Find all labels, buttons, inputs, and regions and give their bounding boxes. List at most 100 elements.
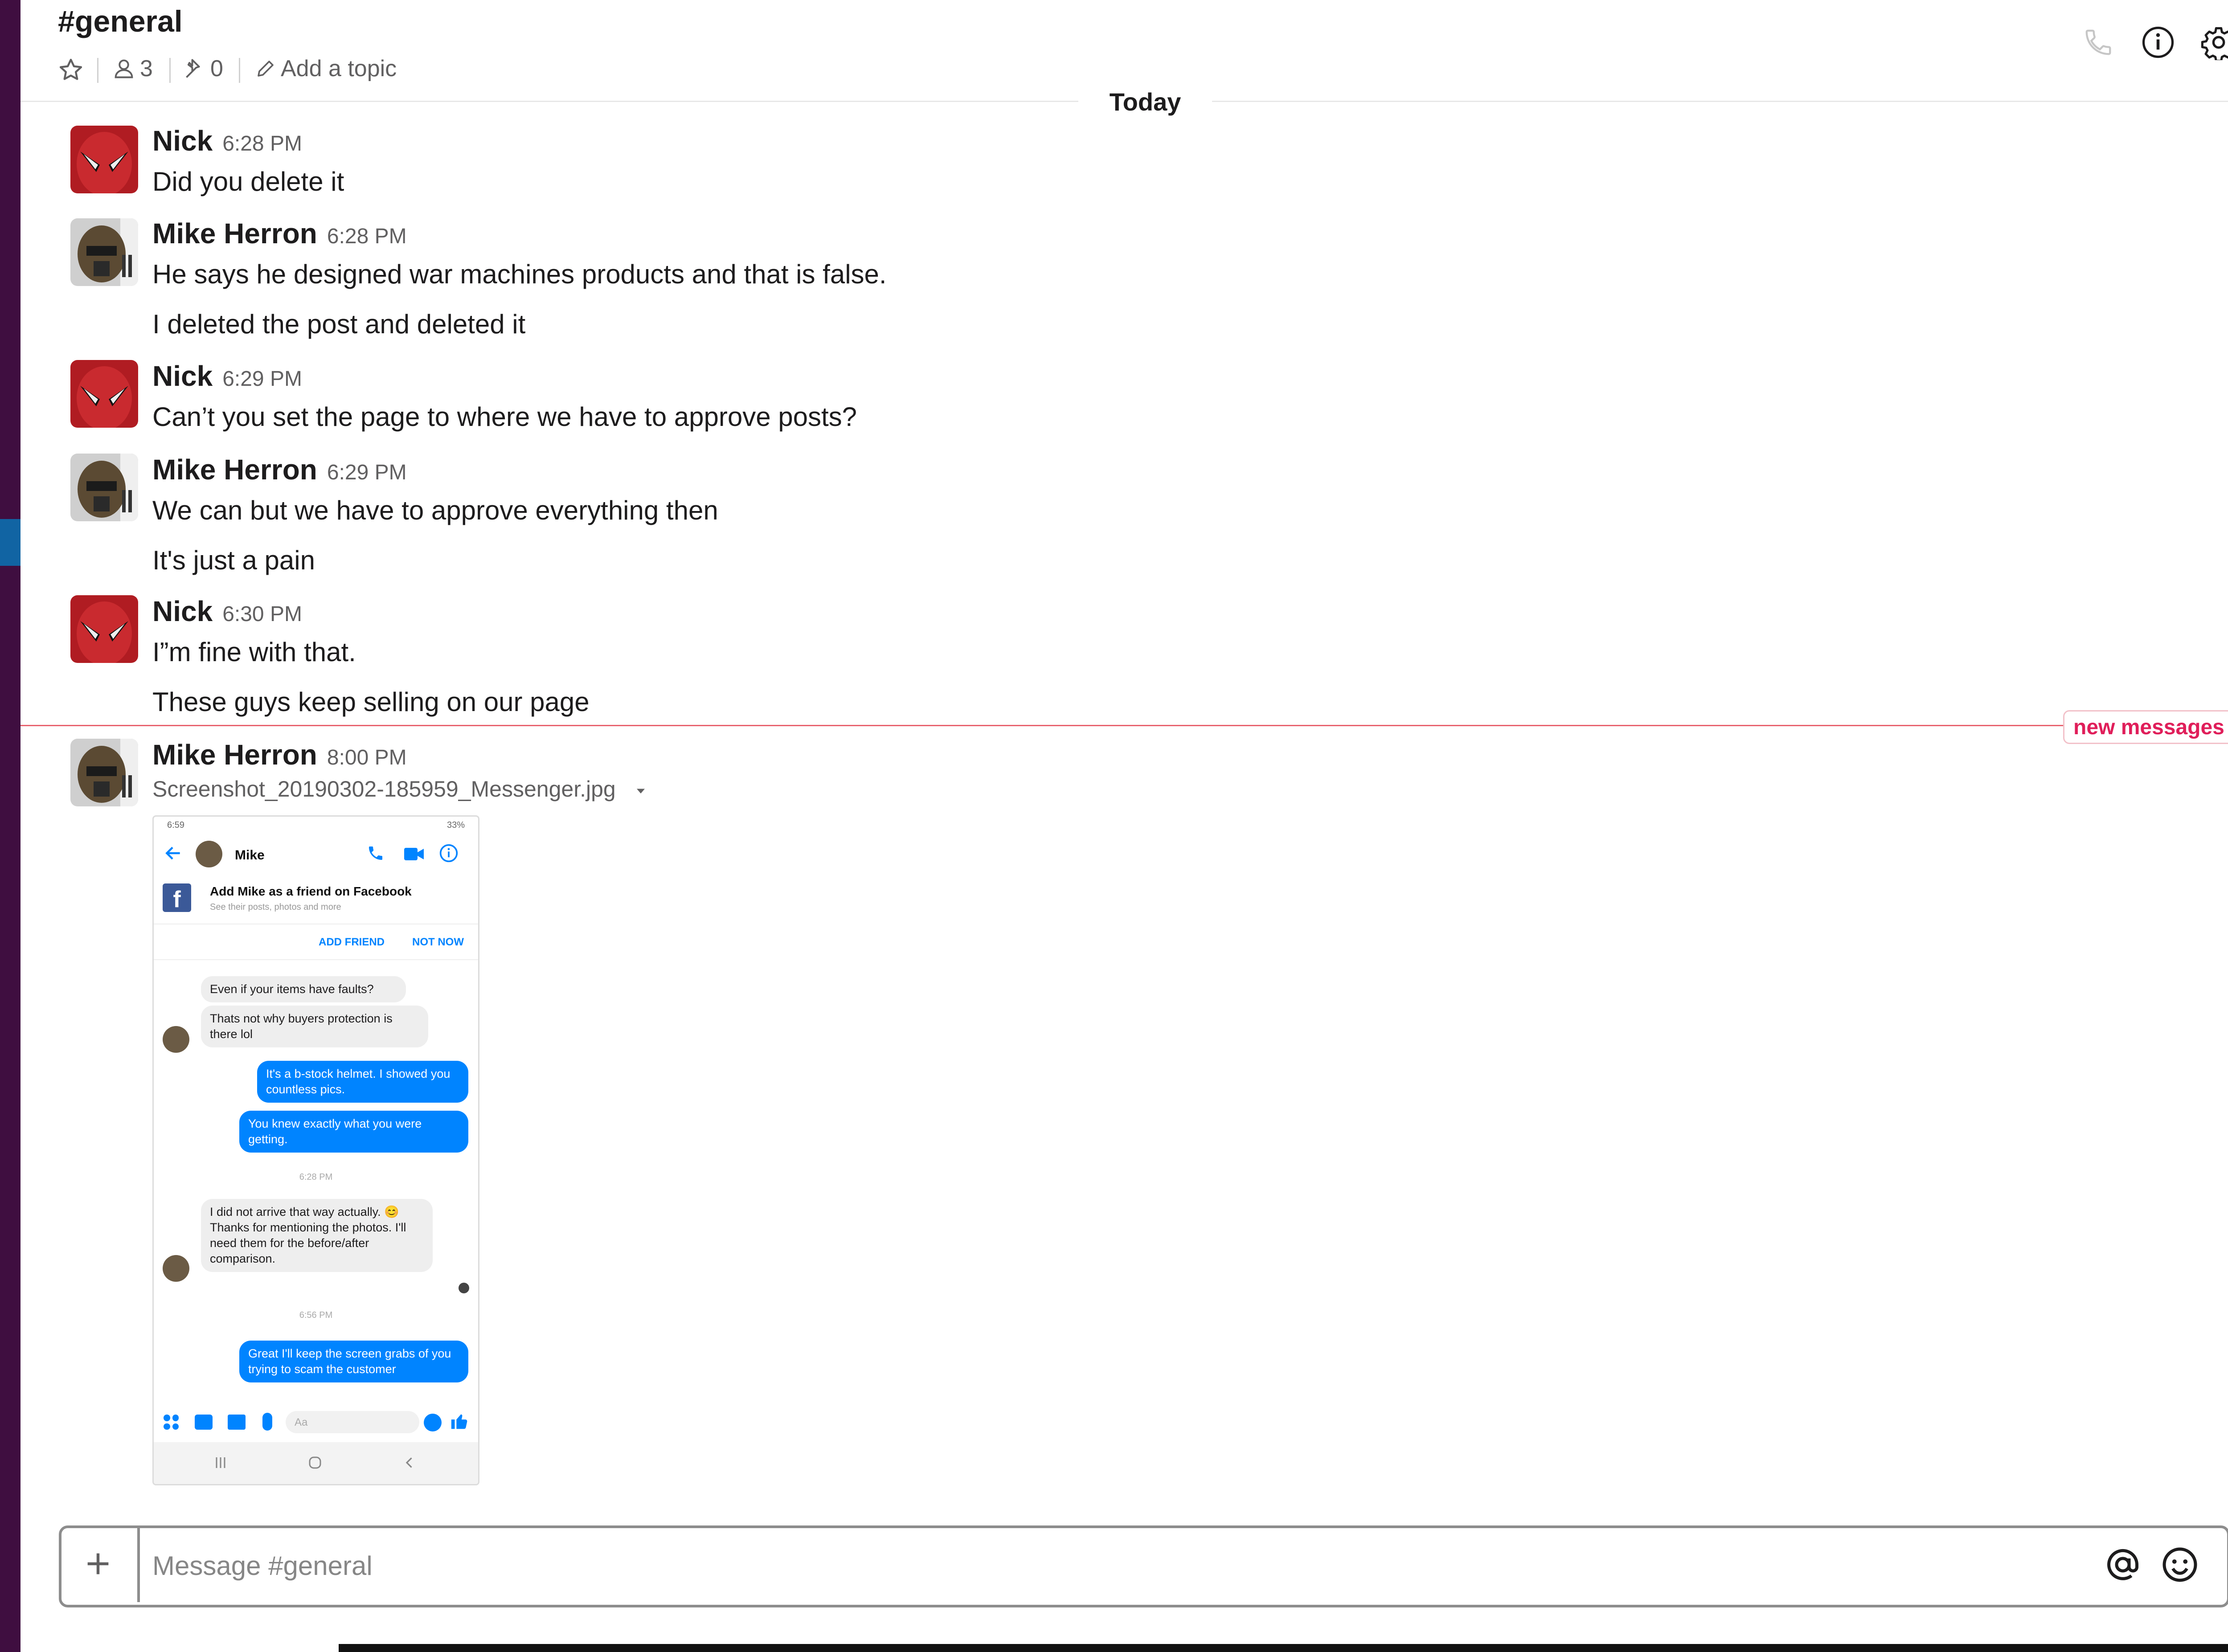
new-messages-badge[interactable]: new messages <box>2063 710 2228 744</box>
pins-button[interactable]: 0 <box>184 57 223 80</box>
helmet-avatar-icon <box>70 739 138 806</box>
message-text: These guys keep selling on our page <box>152 687 590 717</box>
avatar-nick[interactable] <box>70 360 138 428</box>
messenger-input: Aa <box>286 1411 419 1433</box>
header-separator <box>169 58 171 83</box>
avatar-nick[interactable] <box>70 595 138 663</box>
message-text: We can but we have to approve everything… <box>152 495 718 525</box>
message-input[interactable]: Message #general <box>152 1550 373 1581</box>
spiderman-avatar-icon <box>70 126 138 193</box>
contact-avatar <box>163 1026 189 1053</box>
message-sender[interactable]: Nick 6:30 PM <box>152 597 302 626</box>
add-topic-button[interactable]: Add a topic <box>255 57 397 80</box>
seen-indicator <box>459 1283 469 1293</box>
emoji-icon <box>2162 1547 2197 1582</box>
chat-bubble: Thats not why buyers protection is there… <box>201 1006 428 1048</box>
message-time[interactable]: 6:28 PM <box>222 132 302 155</box>
image-attachment[interactable]: 6:59 33% Mike f Add Mike as a friend on … <box>152 815 479 1485</box>
phone-icon <box>2085 29 2111 55</box>
helmet-avatar-icon <box>70 218 138 286</box>
video-icon <box>404 848 424 860</box>
message-sender[interactable]: Nick 6:29 PM <box>152 362 302 390</box>
workspace-sidebar <box>0 0 20 1652</box>
info-icon <box>439 844 458 863</box>
fb-friend-title: Add Mike as a friend on Facebook <box>210 884 412 898</box>
star-icon <box>59 58 82 80</box>
contact-name: Mike <box>235 848 265 863</box>
header-separator <box>97 58 98 83</box>
fb-friend-subtitle: See their posts, photos and more <box>210 902 341 912</box>
camera-icon <box>195 1415 213 1430</box>
message-sender[interactable]: Mike Herron 6:29 PM <box>152 455 407 484</box>
message-text: It's just a pain <box>152 545 315 575</box>
header-separator <box>239 58 240 83</box>
message-time[interactable]: 8:00 PM <box>327 746 407 769</box>
plus-icon <box>87 1553 109 1574</box>
not-now-button: NOT NOW <box>412 936 464 948</box>
recent-apps-icon <box>216 1457 225 1468</box>
chat-bubble: Great I'll keep the screen grabs of you … <box>239 1341 468 1383</box>
chat-bubble: It's a b-stock helmet. I showed you coun… <box>257 1061 468 1103</box>
message-text: I”m fine with that. <box>152 637 356 667</box>
channel-title[interactable]: #general <box>58 6 183 37</box>
avatar-mike-herron[interactable] <box>70 739 138 806</box>
attach-button[interactable] <box>59 1525 140 1602</box>
message-time[interactable]: 6:29 PM <box>222 367 302 391</box>
emoji-icon <box>424 1414 442 1431</box>
message-text: He says he designed war machines product… <box>152 259 887 289</box>
members-count: 3 <box>140 56 153 82</box>
messenger-input-placeholder: Aa <box>295 1416 308 1428</box>
pins-count: 0 <box>210 56 223 82</box>
message-sender[interactable]: Mike Herron 8:00 PM <box>152 740 407 769</box>
call-button[interactable] <box>2078 22 2118 62</box>
thumbs-up-icon <box>451 1414 467 1429</box>
avatar-nick[interactable] <box>70 126 138 193</box>
home-icon <box>309 1456 321 1469</box>
message-time[interactable]: 6:29 PM <box>327 461 407 484</box>
chat-bubble: You knew exactly what you were getting. <box>239 1111 468 1153</box>
message-composer[interactable] <box>59 1525 2228 1607</box>
avatar-mike-herron[interactable] <box>70 454 138 521</box>
phone-icon <box>369 846 382 860</box>
chat-timestamp: 6:56 PM <box>299 1310 333 1320</box>
message-time[interactable]: 6:30 PM <box>222 602 302 626</box>
star-channel-button[interactable] <box>58 57 84 83</box>
file-name-label: Screenshot_20190302-185959_Messenger.jpg <box>152 777 616 801</box>
channel-details-button[interactable] <box>2138 22 2178 62</box>
file-name-link[interactable]: Screenshot_20190302-185959_Messenger.jpg <box>152 776 649 802</box>
pencil-icon <box>258 61 274 77</box>
spiderman-avatar-icon <box>70 360 138 428</box>
at-sign-icon <box>2107 1549 2138 1580</box>
phone-status-battery: 33% <box>446 820 465 830</box>
gear-icon <box>2201 27 2228 60</box>
apps-icon <box>164 1415 179 1430</box>
date-divider[interactable]: Today <box>1078 87 1212 116</box>
add-friend-button: ADD FRIEND <box>319 936 385 948</box>
mention-button[interactable] <box>2104 1546 2142 1586</box>
back-arrow-icon <box>165 846 180 860</box>
caret-down-icon[interactable] <box>633 783 649 799</box>
avatar-mike-herron[interactable] <box>70 218 138 286</box>
spiderman-avatar-icon <box>70 595 138 663</box>
contact-avatar <box>196 841 222 867</box>
message-time[interactable]: 6:28 PM <box>327 225 407 248</box>
divider <box>154 959 478 960</box>
facebook-logo-icon: f <box>163 883 191 912</box>
taskbar-edge <box>339 1644 2228 1652</box>
message-text: Did you delete it <box>152 167 344 196</box>
back-icon <box>405 1457 412 1468</box>
info-icon <box>2142 26 2174 58</box>
message-sender[interactable]: Nick 6:28 PM <box>152 127 302 155</box>
channel-settings-button[interactable] <box>2199 22 2228 62</box>
add-topic-label: Add a topic <box>281 56 397 82</box>
message-text: I deleted the post and deleted it <box>152 309 526 339</box>
emoji-button[interactable] <box>2161 1546 2199 1586</box>
contact-avatar <box>163 1255 189 1282</box>
phone-status-time: 6:59 <box>167 820 184 830</box>
message-sender[interactable]: Mike Herron 6:28 PM <box>152 219 407 248</box>
members-button[interactable]: 3 <box>112 57 153 80</box>
sidebar-active-indicator <box>0 519 20 566</box>
gallery-icon <box>228 1415 246 1430</box>
pin-icon <box>186 59 200 78</box>
chat-bubble: Even if your items have faults? <box>201 976 406 1003</box>
